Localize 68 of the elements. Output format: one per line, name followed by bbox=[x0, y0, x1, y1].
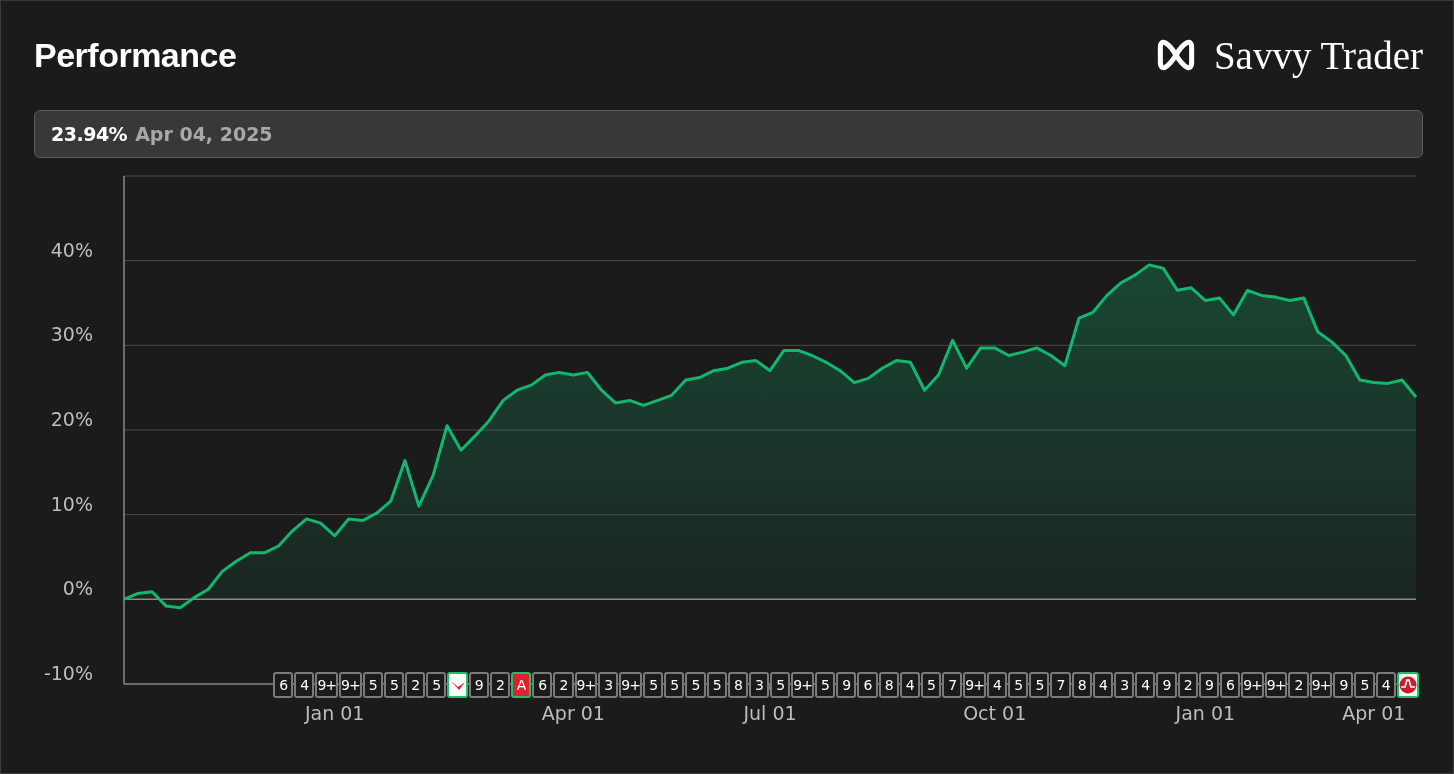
count-marker[interactable]: 9 bbox=[468, 671, 489, 698]
swoosh-logo-icon[interactable] bbox=[447, 671, 468, 698]
count-marker[interactable]: 5 bbox=[1354, 671, 1375, 698]
readout-date: Apr 04, 2025 bbox=[135, 121, 273, 147]
count-marker[interactable]: 4 bbox=[1135, 671, 1156, 698]
count-marker[interactable]: 8 bbox=[1071, 671, 1092, 698]
count-marker[interactable]: 2 bbox=[405, 671, 426, 698]
x-axis-label: Apr 01 bbox=[541, 701, 605, 724]
count-marker[interactable]: 9 bbox=[1333, 671, 1354, 698]
count-marker[interactable]: 3 bbox=[598, 671, 619, 698]
count-marker[interactable]: 9+ bbox=[963, 671, 986, 698]
count-marker[interactable]: 5 bbox=[920, 671, 942, 698]
count-marker[interactable]: 5 bbox=[685, 671, 706, 698]
count-marker[interactable]: 9+ bbox=[1241, 671, 1264, 698]
count-marker[interactable]: 4 bbox=[294, 671, 315, 698]
count-marker[interactable]: 5 bbox=[664, 671, 685, 698]
count-marker[interactable]: 3 bbox=[748, 671, 770, 698]
count-marker[interactable]: 9 bbox=[836, 671, 857, 698]
count-marker[interactable]: 6 bbox=[273, 671, 294, 698]
count-marker[interactable]: 9+ bbox=[339, 671, 362, 698]
count-marker[interactable]: 5 bbox=[770, 671, 791, 698]
count-marker[interactable]: 4 bbox=[1375, 671, 1396, 698]
count-marker[interactable]: 2 bbox=[1177, 671, 1198, 698]
count-marker[interactable]: 4 bbox=[986, 671, 1008, 698]
count-marker[interactable]: 5 bbox=[1029, 671, 1050, 698]
x-axis-label: Oct 01 bbox=[963, 701, 1027, 724]
page-title: Performance bbox=[34, 35, 237, 76]
count-marker[interactable]: 2 bbox=[553, 671, 574, 698]
count-marker[interactable]: 5 bbox=[426, 671, 447, 698]
count-marker[interactable]: 9+ bbox=[315, 671, 338, 698]
x-axis-label: Jan 01 bbox=[304, 701, 365, 724]
return-value: 23.94% bbox=[51, 121, 128, 147]
x-axis-label: Jul 01 bbox=[743, 701, 797, 724]
count-marker[interactable]: 9+ bbox=[791, 671, 814, 698]
x-axis-label: Apr 01 bbox=[1342, 701, 1406, 724]
count-marker[interactable]: 6 bbox=[1219, 671, 1241, 698]
count-marker[interactable]: 5 bbox=[814, 671, 836, 698]
y-axis-label: -10% bbox=[43, 661, 93, 684]
count-marker[interactable]: 9+ bbox=[619, 671, 642, 698]
count-marker[interactable]: 6 bbox=[532, 671, 553, 698]
count-marker[interactable]: 5 bbox=[706, 671, 727, 698]
count-marker[interactable]: 4 bbox=[899, 671, 920, 698]
count-marker[interactable]: 8 bbox=[878, 671, 899, 698]
x-axis-label: Jan 01 bbox=[1175, 701, 1236, 724]
letter-marker[interactable]: A bbox=[510, 671, 532, 698]
y-axis-label: 30% bbox=[50, 323, 93, 346]
count-marker[interactable]: 2 bbox=[489, 671, 510, 698]
count-marker[interactable]: 2 bbox=[1288, 671, 1309, 698]
count-marker[interactable]: 9+ bbox=[1264, 671, 1288, 698]
count-marker[interactable]: 5 bbox=[1008, 671, 1029, 698]
count-marker[interactable]: 9 bbox=[1156, 671, 1177, 698]
count-marker[interactable]: 9+ bbox=[1309, 671, 1333, 698]
count-marker[interactable]: 7 bbox=[942, 671, 963, 698]
y-axis-label: 20% bbox=[50, 407, 93, 430]
y-axis-label: 40% bbox=[50, 238, 93, 261]
count-marker[interactable]: 3 bbox=[1114, 671, 1135, 698]
count-marker[interactable]: 5 bbox=[362, 671, 383, 698]
y-axis-label: 10% bbox=[50, 492, 93, 515]
count-marker[interactable]: 5 bbox=[643, 671, 664, 698]
count-marker[interactable]: 5 bbox=[383, 671, 405, 698]
y-axis-label: 0% bbox=[62, 577, 93, 600]
count-marker[interactable]: 8 bbox=[727, 671, 748, 698]
count-marker[interactable]: 9 bbox=[1198, 671, 1219, 698]
pulse-logo-icon[interactable] bbox=[1396, 671, 1419, 698]
count-marker[interactable]: 4 bbox=[1092, 671, 1114, 698]
count-marker[interactable]: 7 bbox=[1050, 671, 1071, 698]
count-marker[interactable]: 6 bbox=[857, 671, 878, 698]
count-marker[interactable]: 9+ bbox=[574, 671, 598, 698]
